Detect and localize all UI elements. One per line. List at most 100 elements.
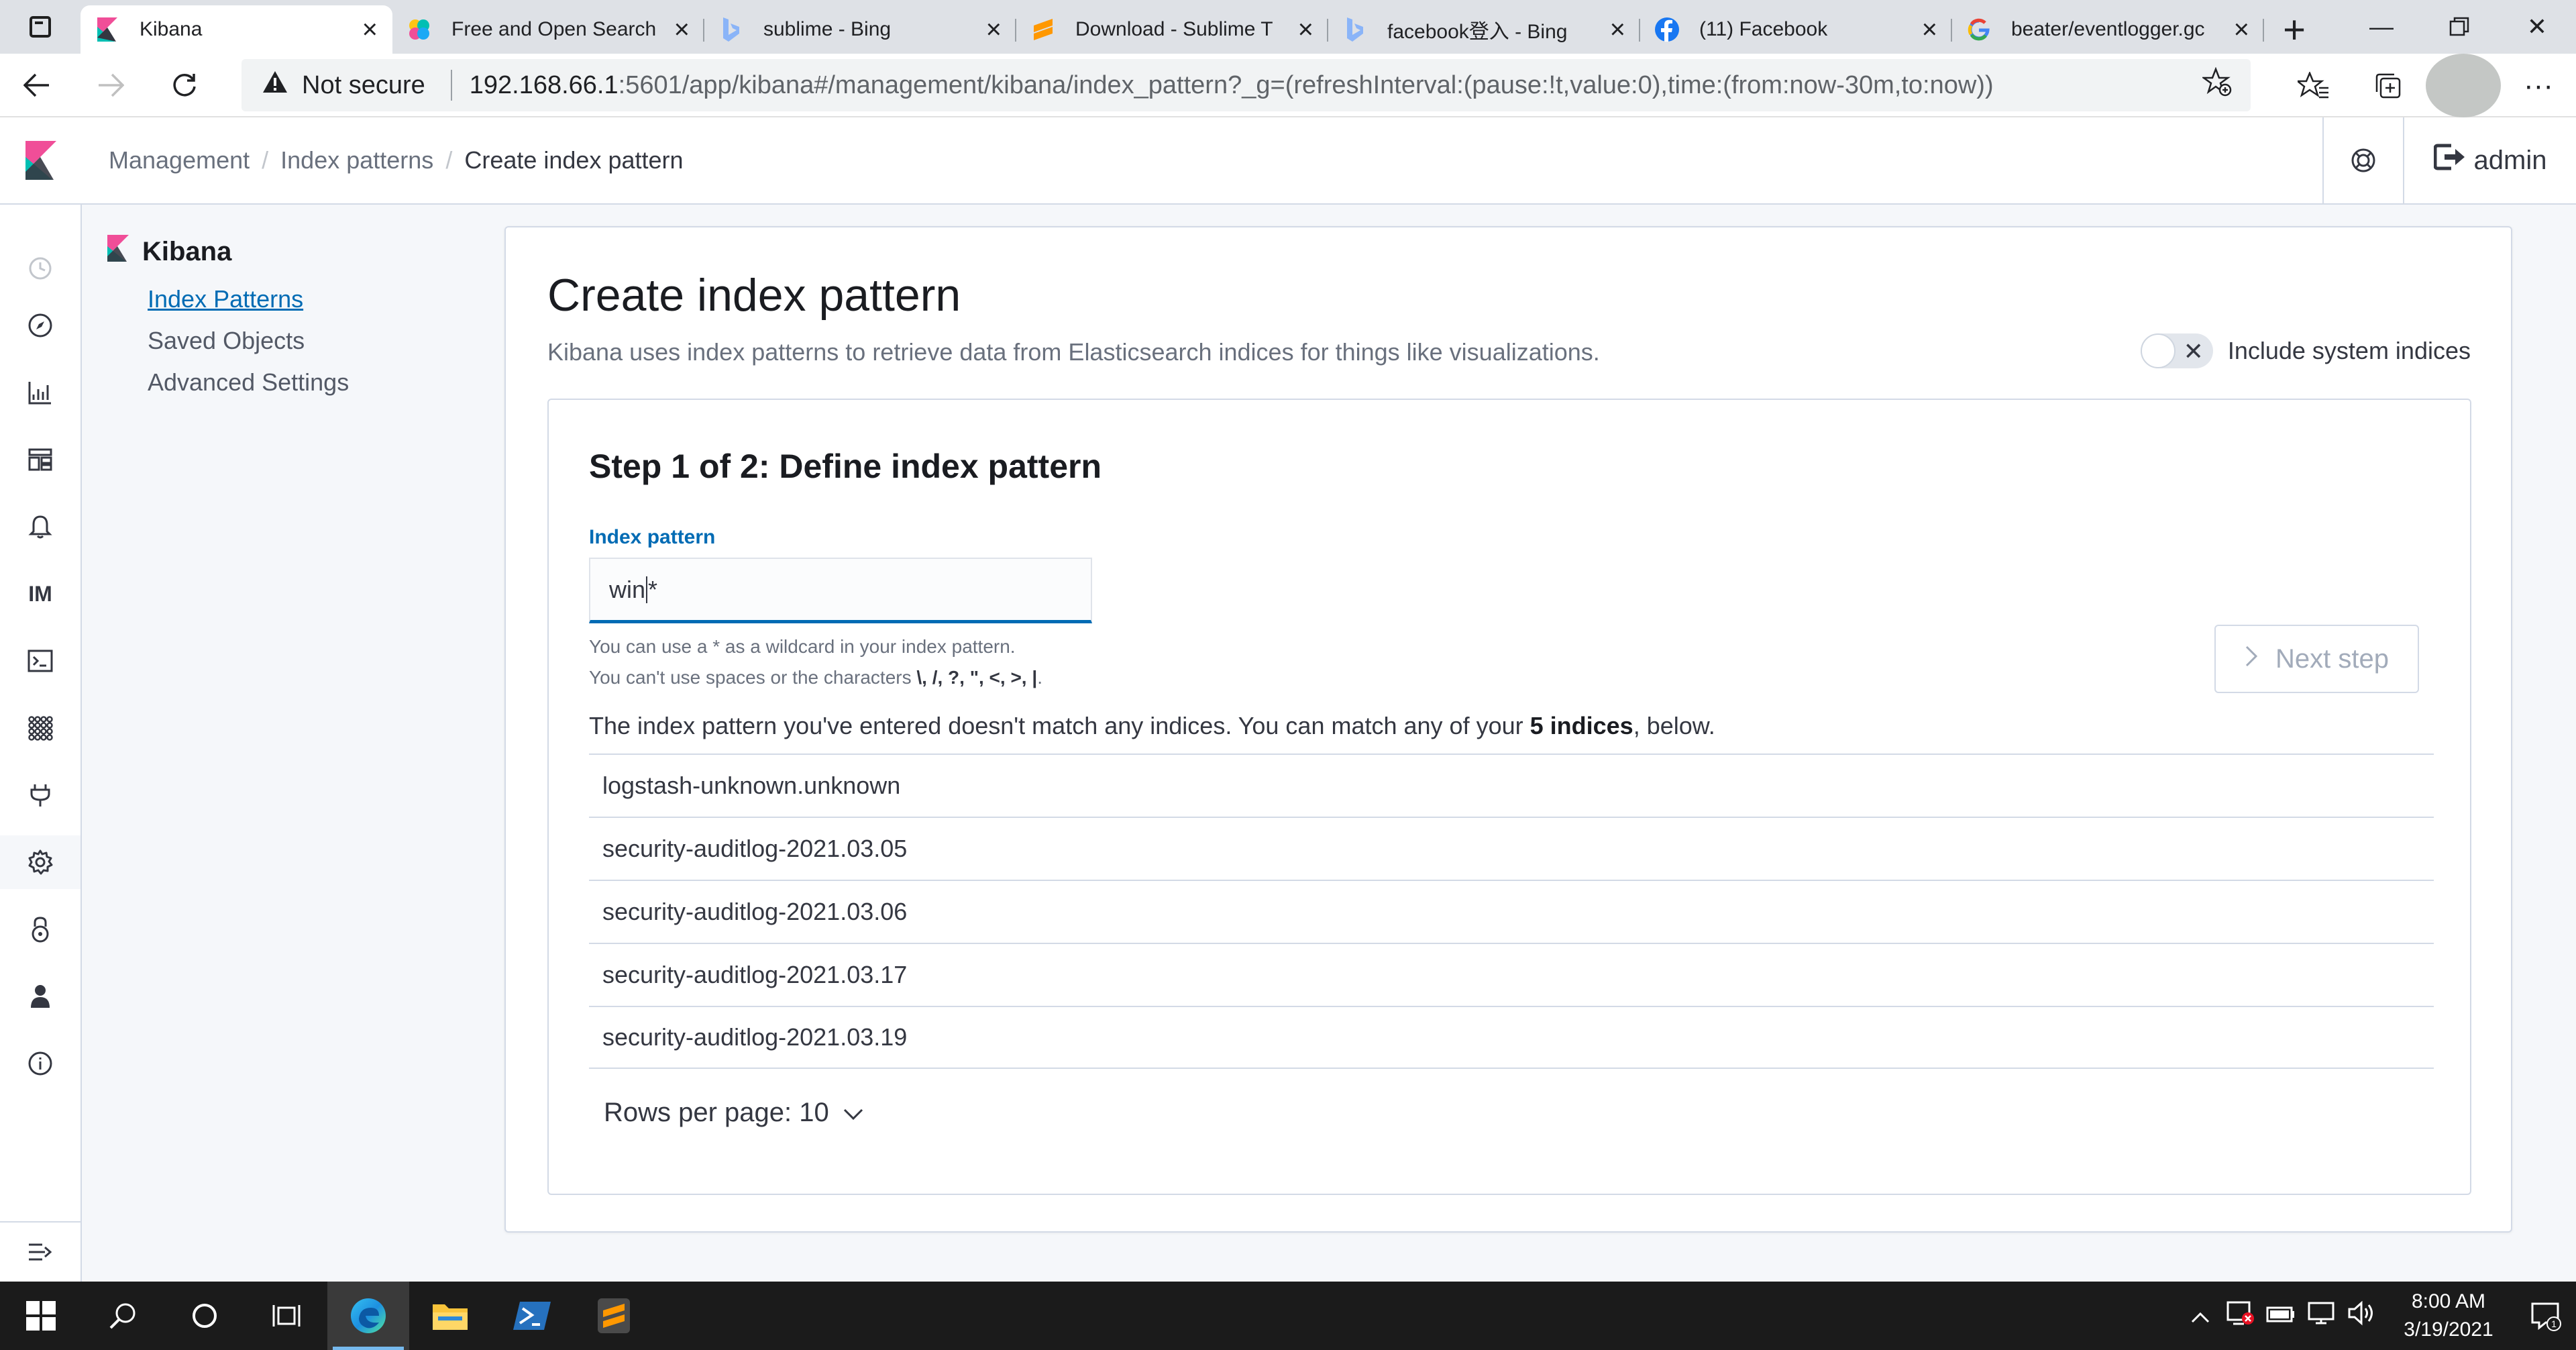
header-actions: admin [2322, 117, 2576, 203]
minimize-icon[interactable]: — [2343, 0, 2420, 54]
maximize-icon[interactable] [2420, 0, 2498, 54]
battery-icon[interactable] [2261, 1302, 2301, 1330]
tab-bing-sublime[interactable]: sublime - Bing × [704, 5, 1016, 54]
breadcrumb-separator: / [445, 146, 453, 174]
kibana-logo-icon[interactable] [0, 117, 82, 203]
forward-arrow-icon[interactable] [74, 53, 148, 117]
browser-right-actions: ··· [2275, 54, 2576, 117]
file-explorer-icon[interactable] [409, 1282, 491, 1350]
volume-icon[interactable] [2341, 1300, 2381, 1332]
sidebar-item-advanced-settings[interactable]: Advanced Settings [148, 362, 510, 403]
address-bar[interactable]: Not secure 192.168.66.1:5601/app/kibana#… [241, 59, 2251, 111]
notification-center-icon[interactable]: 1 [2516, 1282, 2576, 1350]
rows-per-page-button[interactable]: Rows per page: 10 [604, 1098, 864, 1128]
close-tab-icon[interactable]: × [362, 16, 378, 43]
window-controls: — ✕ [2343, 0, 2576, 54]
recently-viewed-clock-icon[interactable] [0, 242, 80, 295]
tab-sublime-download[interactable]: Download - Sublime T × [1016, 5, 1328, 54]
favorites-icon[interactable] [2275, 54, 2351, 117]
text-cursor [646, 576, 648, 603]
add-favorite-icon[interactable] [2201, 66, 2232, 104]
warning-icon[interactable] [262, 70, 288, 101]
more-options-icon[interactable]: ··· [2501, 54, 2576, 117]
apps-grid-icon[interactable] [0, 701, 80, 755]
info-icon[interactable] [0, 1037, 80, 1090]
user-menu-button[interactable]: admin [2403, 117, 2576, 203]
close-tab-icon[interactable]: × [1298, 16, 1313, 43]
sublime-text-icon[interactable] [573, 1282, 655, 1350]
breadcrumb-index-patterns[interactable]: Index patterns [280, 146, 433, 174]
list-item: security-auditlog-2021.03.17 [589, 943, 2434, 1006]
sidebar-app-label: Kibana [142, 236, 232, 266]
edge-taskbar-icon[interactable] [327, 1282, 409, 1350]
close-tab-icon[interactable]: × [2234, 16, 2249, 43]
security-status[interactable]: Not secure [302, 71, 425, 100]
step-title: Step 1 of 2: Define index pattern [589, 448, 1102, 485]
close-tab-icon[interactable]: × [674, 16, 690, 43]
chevron-up-icon[interactable] [2180, 1302, 2220, 1330]
close-tab-icon[interactable]: × [986, 16, 1002, 43]
back-arrow-icon[interactable] [0, 53, 74, 117]
user-name: admin [2473, 145, 2547, 175]
network-icon[interactable] [2301, 1300, 2341, 1332]
visualize-chart-icon[interactable] [0, 366, 80, 419]
dashboard-icon[interactable] [0, 433, 80, 486]
sidebar-app-title: Kibana [107, 225, 510, 278]
powershell-icon[interactable] [491, 1282, 573, 1350]
alerting-bell-icon[interactable] [0, 500, 80, 554]
windows-start-icon[interactable] [0, 1282, 82, 1350]
toggle-switch[interactable]: ✕ [2140, 333, 2213, 368]
defender-icon[interactable] [2220, 1300, 2261, 1333]
profile-avatar[interactable] [2426, 54, 2501, 117]
no-match-message: The index pattern you've entered doesn't… [589, 712, 1715, 739]
window-menu-icon[interactable] [0, 0, 80, 54]
tab-title: facebook登入 - Bing [1387, 21, 1568, 43]
tab-bing-facebook[interactable]: facebook登入 - Bing × [1328, 5, 1640, 54]
tab-title: Download - Sublime T [1075, 18, 1273, 40]
cortana-icon[interactable] [164, 1282, 246, 1350]
discover-compass-icon[interactable] [0, 299, 80, 352]
notification-count: 1 [2551, 1318, 2557, 1329]
refresh-icon[interactable] [148, 53, 221, 117]
close-tab-icon[interactable]: × [1610, 16, 1625, 43]
breadcrumb-management[interactable]: Management [109, 146, 250, 174]
list-item: security-auditlog-2021.03.05 [589, 817, 2434, 880]
sidebar-item-saved-objects[interactable]: Saved Objects [148, 320, 510, 362]
collections-icon[interactable] [2351, 54, 2426, 117]
taskbar-clock[interactable]: 8:00 AM 3/19/2021 [2381, 1288, 2516, 1344]
management-sidebar: Kibana Index Patterns Saved Objects Adva… [107, 225, 510, 403]
index-pattern-input[interactable]: win * [589, 558, 1092, 623]
close-tab-icon[interactable]: × [1922, 16, 1937, 43]
rows-per-page-label: Rows per page: 10 [604, 1098, 829, 1127]
next-step-button[interactable]: Next step [2214, 625, 2419, 693]
close-window-icon[interactable]: ✕ [2498, 0, 2576, 54]
search-icon[interactable] [82, 1282, 164, 1350]
url-path: :5601/app/kibana#/management/kibana/inde… [618, 70, 1994, 99]
tab-title: (11) Facebook [1699, 18, 1828, 40]
task-view-icon[interactable] [246, 1282, 327, 1350]
user-icon[interactable] [0, 970, 80, 1023]
bing-favicon-icon [719, 17, 743, 42]
kibana-favicon-icon [95, 17, 119, 42]
dev-tools-console-icon[interactable] [0, 634, 80, 688]
index-pattern-label: Index pattern [589, 526, 716, 548]
tab-facebook[interactable]: (11) Facebook × [1640, 5, 1952, 54]
divider [450, 70, 452, 101]
security-lock-icon[interactable] [0, 902, 80, 956]
kibana-logo-icon [107, 235, 129, 268]
collapse-nav-icon[interactable] [0, 1221, 80, 1282]
include-system-indices-toggle[interactable]: ✕ Include system indices [2140, 333, 2471, 368]
plugin-icon[interactable] [0, 768, 80, 822]
help-icon[interactable] [2322, 117, 2403, 203]
sidebar-item-index-patterns[interactable]: Index Patterns [148, 278, 510, 320]
tab-kibana[interactable]: Kibana × [80, 5, 392, 54]
list-item: security-auditlog-2021.03.19 [589, 1006, 2434, 1069]
toggle-knob [2140, 333, 2176, 368]
tab-elastic[interactable]: Free and Open Search × [392, 5, 704, 54]
index-management-icon[interactable]: IM [0, 567, 80, 621]
tab-google[interactable]: beater/eventlogger.gc × [1952, 5, 2264, 54]
new-tab-button[interactable]: + [2264, 5, 2324, 54]
management-gear-icon[interactable] [0, 835, 80, 889]
next-step-label: Next step [2275, 643, 2389, 674]
input-value-before-cursor: win [609, 575, 646, 603]
